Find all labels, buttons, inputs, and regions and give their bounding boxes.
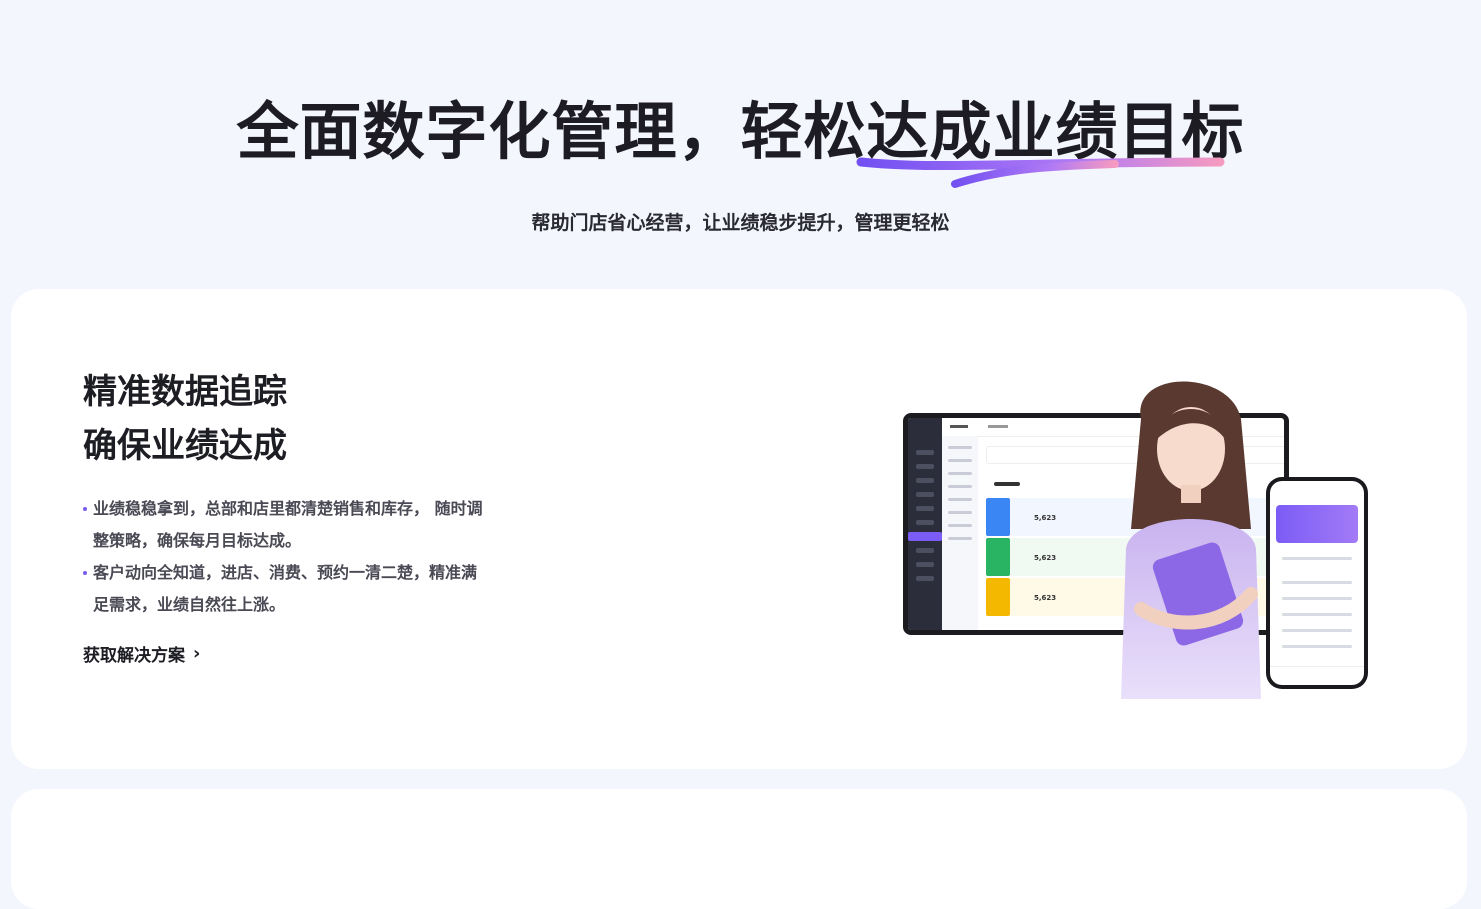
next-feature-card — [11, 789, 1467, 909]
hero-title: 全面数字化管理，轻松达成业绩目标 — [0, 92, 1481, 172]
get-solution-link[interactable]: 获取解决方案 › — [83, 641, 200, 666]
feature-bullet: 客户动向全知道，进店、消费、预约一清二楚，精准满足需求，业绩自然往上涨。 — [83, 557, 483, 621]
metric-tile-green — [986, 538, 1010, 576]
feature-title: 精准数据追踪 确保业绩达成 — [83, 365, 287, 473]
business-woman-illustration — [1121, 381, 1261, 699]
metric-value: 5,623 — [1034, 594, 1057, 602]
metric-tile-blue — [986, 498, 1010, 536]
feature-bullet: 业绩稳稳拿到，总部和店里都清楚销售和库存， 随时调整策略，确保每月目标达成。 — [83, 493, 483, 557]
feature-bullet-list: 业绩稳稳拿到，总部和店里都清楚销售和库存， 随时调整策略，确保每月目标达成。 客… — [83, 493, 483, 621]
chevron-right-icon: › — [193, 643, 201, 664]
feature-title-highlight: 业绩达成 — [151, 419, 287, 473]
hero-subtitle: 帮助门店省心经营，让业绩稳步提升，管理更轻松 — [531, 212, 950, 234]
dashboard-subnav — [942, 436, 978, 630]
feature-title-line1: 精准数据追踪 — [83, 372, 287, 412]
feature-title-line2-prefix: 确保 — [83, 426, 151, 466]
metric-value: 5,623 — [1034, 514, 1057, 522]
mobile-app-illustration — [1266, 477, 1368, 689]
feature-title-highlight-text: 业绩达成 — [151, 426, 287, 466]
feature-card: 精准数据追踪 确保业绩达成 业绩稳稳拿到，总部和店里都清楚销售和库存， 随时调整… — [11, 289, 1467, 769]
metric-value: 5,623 — [1034, 554, 1057, 562]
get-solution-label: 获取解决方案 — [83, 646, 185, 666]
metric-tile-yellow — [986, 578, 1010, 616]
hero-title-part1: 全面数字化管理，轻松 — [236, 95, 867, 168]
brush-stroke-decoration — [856, 157, 1225, 188]
mobile-tab-bar — [1270, 666, 1364, 685]
dashboard-sidebar — [908, 418, 942, 630]
mobile-app-screen — [1270, 481, 1364, 685]
mobile-app-banner — [1276, 505, 1358, 543]
